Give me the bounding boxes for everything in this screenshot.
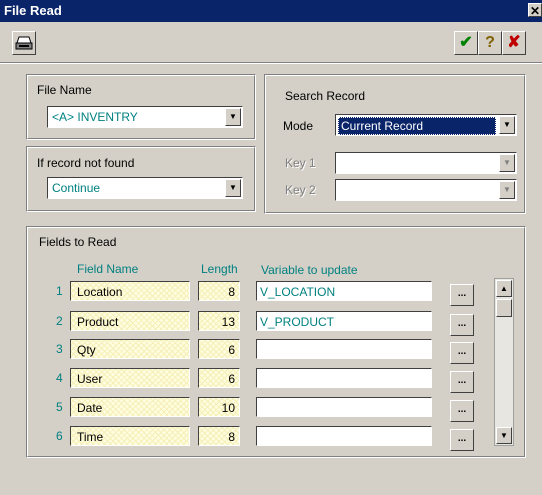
toolbar-separator: [0, 62, 542, 64]
key2-label: Key 2: [285, 183, 316, 197]
not-found-value: Continue: [52, 181, 101, 195]
print-button[interactable]: [12, 31, 36, 55]
key1-select[interactable]: ▼: [335, 152, 517, 174]
browse-button[interactable]: ...: [450, 400, 474, 422]
cancel-button[interactable]: ✘: [502, 31, 526, 55]
file-name-value: <A> INVENTRY: [52, 110, 138, 124]
field-name-input[interactable]: User: [70, 368, 190, 388]
length-value: 8: [228, 285, 235, 299]
field-name-value: Location: [77, 285, 123, 299]
length-input[interactable]: 6: [198, 368, 240, 388]
row-number: 6: [56, 429, 63, 443]
search-record-label: Search Record: [285, 89, 366, 103]
variable-input[interactable]: V_LOCATION: [256, 281, 432, 301]
col-length: Length: [201, 262, 238, 276]
field-name-input[interactable]: Product: [70, 311, 190, 331]
not-found-select[interactable]: Continue ▼: [47, 177, 243, 199]
not-found-group: If record not found Continue ▼: [26, 146, 256, 212]
length-input[interactable]: 6: [198, 339, 240, 359]
fields-label: Fields to Read: [39, 235, 117, 249]
length-value: 8: [228, 430, 235, 444]
variable-value: V_LOCATION: [260, 285, 336, 299]
chevron-down-icon[interactable]: ▼: [225, 179, 241, 197]
question-icon: ?: [485, 34, 495, 51]
row-number: 4: [56, 371, 63, 385]
field-name-value: Qty: [77, 343, 96, 357]
field-name-input[interactable]: Time: [70, 426, 190, 446]
close-button[interactable]: ✕: [528, 3, 542, 18]
ok-button[interactable]: ✔: [454, 31, 478, 55]
print-icon: [15, 36, 33, 50]
field-name-input[interactable]: Location: [70, 281, 190, 301]
fields-scrollbar[interactable]: ▲ ▼: [494, 278, 514, 446]
not-found-label: If record not found: [37, 156, 135, 170]
file-name-label: File Name: [37, 83, 92, 97]
variable-input[interactable]: [256, 339, 432, 359]
field-name-value: Date: [77, 401, 103, 415]
scroll-up-button[interactable]: ▲: [496, 280, 512, 297]
arrow-up-icon: ▲: [500, 284, 508, 293]
scroll-down-button[interactable]: ▼: [496, 427, 512, 444]
browse-button[interactable]: ...: [450, 371, 474, 393]
chevron-down-icon[interactable]: ▼: [499, 116, 515, 134]
mode-select[interactable]: Current Record ▼: [335, 114, 517, 136]
length-input[interactable]: 8: [198, 281, 240, 301]
file-name-group: File Name <A> INVENTRY ▼: [26, 74, 256, 140]
checkmark-icon: ✔: [459, 34, 473, 51]
row-number: 5: [56, 400, 63, 414]
scroll-thumb[interactable]: [496, 299, 512, 317]
field-name-value: Time: [77, 430, 104, 444]
variable-value: V_PRODUCT: [260, 315, 335, 329]
field-name-value: User: [77, 372, 103, 386]
length-input[interactable]: 8: [198, 426, 240, 446]
length-input[interactable]: 10: [198, 397, 240, 417]
browse-button[interactable]: ...: [450, 429, 474, 451]
length-value: 13: [221, 315, 235, 329]
row-number: 3: [56, 342, 63, 356]
search-record-group: Search Record Mode Current Record ▼ Key …: [264, 74, 526, 214]
field-name-input[interactable]: Qty: [70, 339, 190, 359]
window-title: File Read: [4, 3, 62, 18]
mode-value: Current Record: [338, 117, 496, 135]
col-variable: Variable to update: [261, 263, 358, 277]
browse-button[interactable]: ...: [450, 314, 474, 336]
key2-select[interactable]: ▼: [335, 179, 517, 201]
chevron-down-icon[interactable]: ▼: [499, 154, 515, 172]
title-bar: File Read ✕: [0, 0, 542, 22]
mode-label: Mode: [283, 119, 314, 133]
chevron-down-icon[interactable]: ▼: [225, 108, 241, 126]
length-value: 10: [221, 401, 235, 415]
length-input[interactable]: 13: [198, 311, 240, 331]
browse-button[interactable]: ...: [450, 284, 474, 306]
file-name-select[interactable]: <A> INVENTRY ▼: [47, 106, 243, 128]
row-number: 2: [56, 314, 63, 328]
variable-input[interactable]: [256, 397, 432, 417]
toolbar: ✔ ? ✘: [0, 22, 542, 62]
x-icon: ✘: [507, 34, 521, 51]
field-name-value: Product: [77, 315, 119, 329]
row-number: 1: [56, 284, 63, 298]
browse-button[interactable]: ...: [450, 342, 474, 364]
variable-input[interactable]: V_PRODUCT: [256, 311, 432, 331]
length-value: 6: [228, 372, 235, 386]
col-field-name: Field Name: [77, 262, 139, 276]
length-value: 6: [228, 343, 235, 357]
variable-input[interactable]: [256, 368, 432, 388]
field-name-input[interactable]: Date: [70, 397, 190, 417]
key1-label: Key 1: [285, 156, 316, 170]
chevron-down-icon[interactable]: ▼: [499, 181, 515, 199]
help-button[interactable]: ?: [478, 31, 502, 55]
arrow-down-icon: ▼: [500, 431, 508, 440]
variable-input[interactable]: [256, 426, 432, 446]
